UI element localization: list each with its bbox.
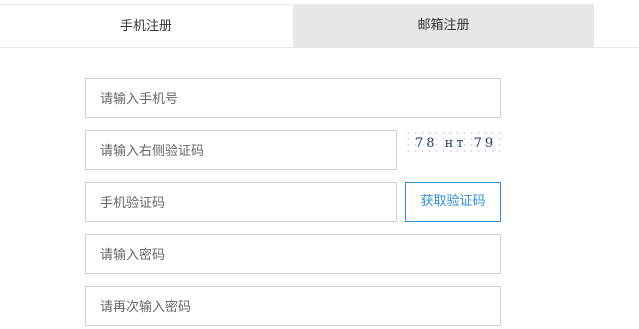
captcha-image[interactable]: 78 нт 79 [405,130,501,156]
confirm-password-input[interactable] [85,286,501,326]
get-code-button[interactable]: 获取验证码 [405,182,501,222]
phone-input[interactable] [85,78,501,118]
password-input[interactable] [85,234,501,274]
tab-email-register[interactable]: 邮箱注册 [293,4,594,47]
tabs-divider [0,47,639,48]
tab-phone-register[interactable]: 手机注册 [0,4,292,47]
register-tabs: 手机注册 邮箱注册 [0,0,639,48]
captcha-input[interactable] [85,130,397,170]
sms-code-input[interactable] [85,182,397,222]
captcha-text: 78 нт 79 [415,135,497,151]
